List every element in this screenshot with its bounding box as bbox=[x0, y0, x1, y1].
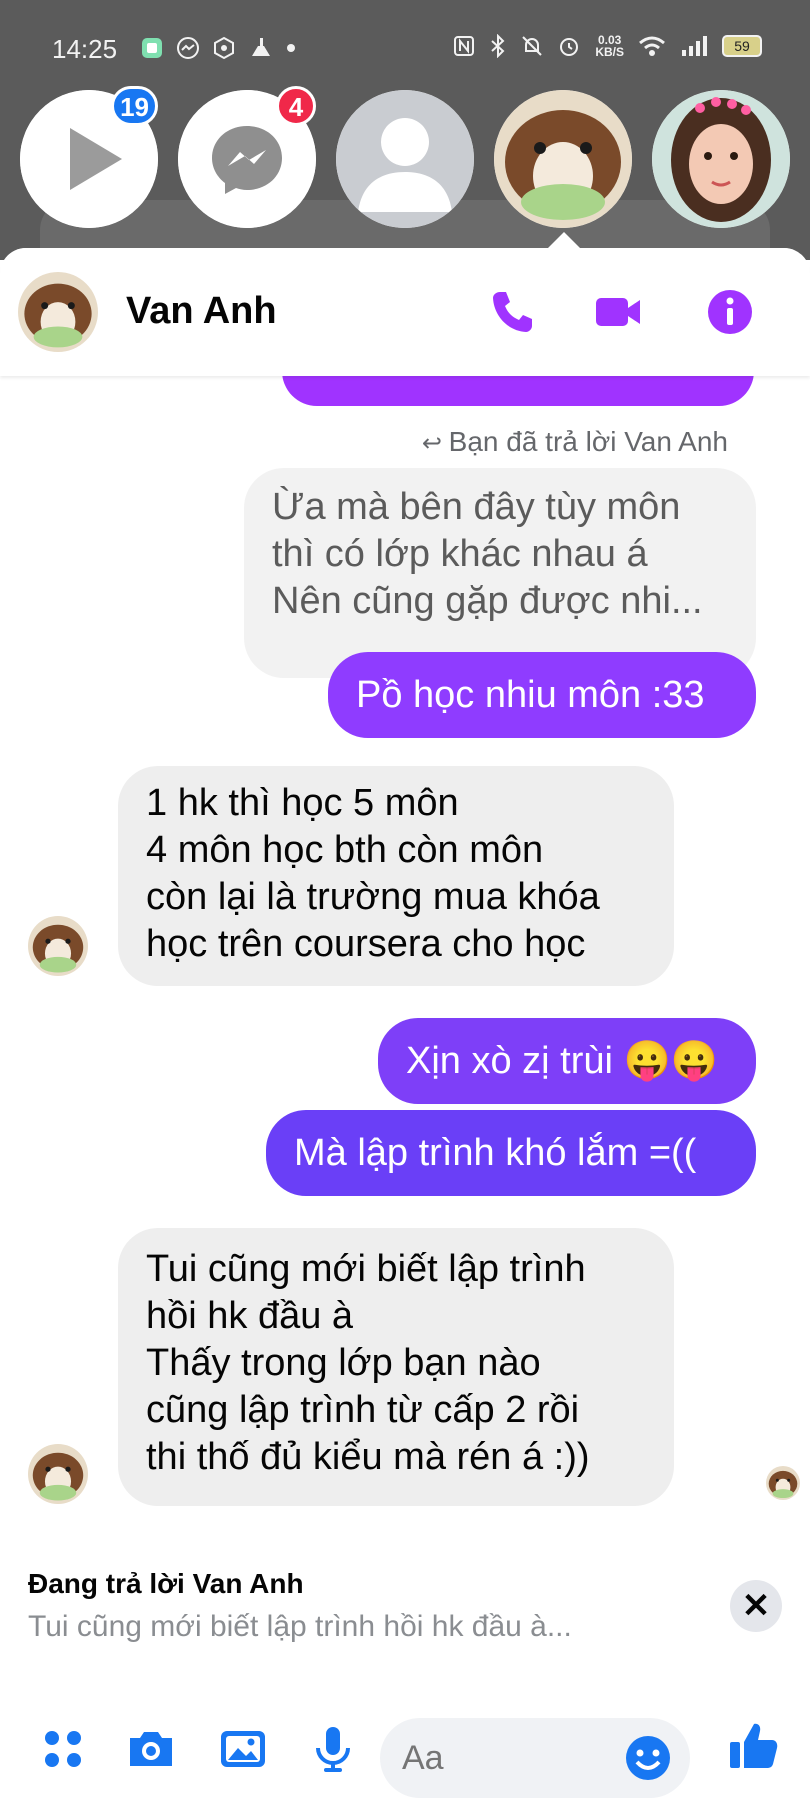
network-speed: 0.03 KB/S bbox=[595, 34, 624, 58]
bluetooth-icon bbox=[491, 34, 505, 58]
seen-receipt-avatar bbox=[766, 1466, 800, 1500]
cleaner-notification-icon bbox=[252, 38, 270, 56]
like-thumbs-up-icon[interactable] bbox=[726, 1718, 780, 1772]
info-icon[interactable] bbox=[706, 288, 754, 336]
message-bubble-received[interactable]: Tui cũng mới biết lập trình hồi hk đầu à… bbox=[118, 1228, 674, 1506]
nfc-icon bbox=[454, 36, 475, 56]
wifi-icon bbox=[639, 36, 665, 56]
status-bar: 14:25 0.03 KB/S 59 bbox=[0, 30, 810, 70]
quoted-message-bubble[interactable]: Ừa mà bên đây tùy môn thì có lớp khác nh… bbox=[244, 468, 756, 678]
reply-title: Đang trả lời Van Anh bbox=[28, 1568, 304, 1600]
alarm-icon bbox=[560, 38, 579, 56]
close-reply-button[interactable]: ✕ bbox=[730, 1580, 782, 1632]
message-input-field[interactable] bbox=[380, 1718, 690, 1798]
more-actions-icon[interactable] bbox=[38, 1724, 88, 1774]
messenger-unread-badge: 4 bbox=[276, 86, 316, 126]
sender-avatar[interactable] bbox=[28, 916, 88, 976]
mute-bell-icon bbox=[522, 36, 543, 56]
system-icons: 0.03 KB/S 59 bbox=[453, 34, 762, 58]
status-time: 14:25 bbox=[52, 34, 118, 64]
girl-chat-head[interactable] bbox=[652, 90, 790, 228]
messenger-notification-icon bbox=[177, 37, 199, 59]
message-input[interactable] bbox=[402, 1736, 602, 1780]
chat-heads-row: 19 4 bbox=[0, 86, 810, 230]
message-bubble-sent[interactable]: Xịn xò zị trùi 😛😛 bbox=[378, 1018, 756, 1104]
message-bubble-sent[interactable]: Pồ học nhiu môn :33 bbox=[328, 652, 756, 738]
video-chat-head[interactable]: 19 bbox=[20, 86, 158, 228]
guinea-pig-avatar-icon bbox=[28, 1444, 88, 1504]
message-composer bbox=[0, 1696, 810, 1800]
emoji-icon[interactable] bbox=[624, 1734, 672, 1782]
guinea-pig-chat-head[interactable] bbox=[494, 90, 632, 228]
default-avatar-chat-head[interactable] bbox=[336, 90, 474, 228]
girl-avatar-icon bbox=[652, 90, 790, 228]
guinea-pig-avatar-icon bbox=[766, 1466, 800, 1500]
reply-title-name: Van Anh bbox=[192, 1568, 304, 1599]
contact-avatar[interactable] bbox=[18, 272, 98, 352]
active-head-pointer bbox=[548, 232, 580, 248]
gallery-icon[interactable] bbox=[218, 1724, 268, 1774]
contact-name[interactable]: Van Anh bbox=[126, 290, 277, 333]
reply-note-text: Bạn đã trả lời Van Anh bbox=[448, 426, 728, 457]
phone-call-icon[interactable] bbox=[488, 288, 536, 336]
messenger-chat-head[interactable]: 4 bbox=[178, 86, 316, 228]
reply-title-prefix: Đang trả lời bbox=[28, 1568, 185, 1599]
message-list[interactable]: ↩ Bạn đã trả lời Van Anh Ừa mà bên đây t… bbox=[0, 336, 810, 1546]
network-speed-unit: KB/S bbox=[595, 45, 624, 59]
chat-panel: Van Anh ↩ Bạn đã trả lời Van Anh Ừa mà b… bbox=[0, 248, 810, 1800]
sender-avatar[interactable] bbox=[28, 1444, 88, 1504]
message-bubble-sent[interactable]: Mà lập trình khó lắm =(( bbox=[266, 1110, 756, 1196]
hexagon-notification-icon bbox=[214, 36, 234, 60]
guinea-pig-avatar-icon bbox=[28, 916, 88, 976]
reply-indicator: ↩ Bạn đã trả lời Van Anh bbox=[422, 426, 728, 458]
signal-icon bbox=[682, 36, 707, 56]
microphone-icon[interactable] bbox=[308, 1724, 358, 1774]
app-notification-icon bbox=[142, 38, 162, 58]
battery-indicator: 59 bbox=[722, 35, 762, 57]
message-bubble-received[interactable]: 1 hk thì học 5 môn 4 môn học bth còn môn… bbox=[118, 766, 674, 986]
reply-snippet: Tui cũng mới biết lập trình hồi hk đầu à… bbox=[28, 1610, 572, 1643]
video-call-icon[interactable] bbox=[594, 288, 642, 336]
replying-to-bar: Đang trả lời Van Anh Tui cũng mới biết l… bbox=[0, 1546, 810, 1686]
video-unread-badge: 19 bbox=[111, 86, 158, 126]
guinea-pig-avatar-icon bbox=[494, 90, 632, 228]
reply-arrow-icon: ↩ bbox=[421, 430, 449, 457]
default-user-icon bbox=[336, 90, 474, 228]
notification-icons bbox=[140, 36, 296, 60]
chat-header: Van Anh bbox=[0, 248, 810, 376]
more-notifications-dot bbox=[287, 44, 295, 52]
guinea-pig-avatar-icon bbox=[18, 272, 98, 352]
camera-icon[interactable] bbox=[126, 1724, 176, 1774]
